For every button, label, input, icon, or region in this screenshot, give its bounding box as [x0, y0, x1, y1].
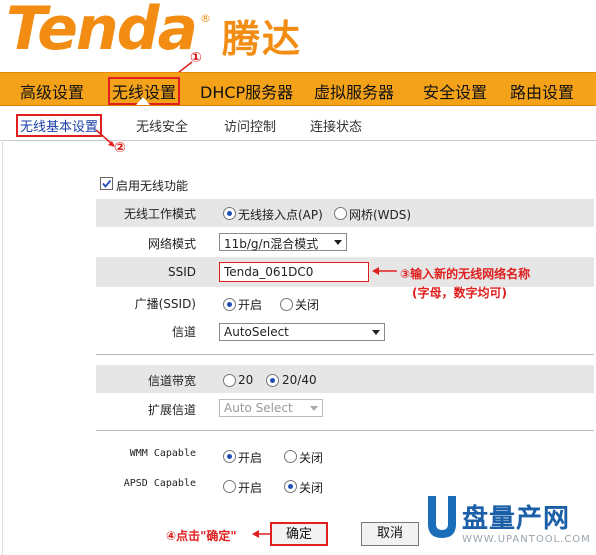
nav-virtual-server[interactable]: 虚拟服务器	[314, 79, 394, 103]
watermark-brand: 盘量产网	[462, 504, 571, 534]
row-apsd: APSD Capable 开启 关闭	[96, 472, 594, 500]
bandwidth-label: 信道带宽	[147, 374, 196, 388]
annotation-4: ④点击"确定"	[166, 529, 237, 543]
wmm-off-radio[interactable]	[284, 450, 297, 463]
tab-access-control[interactable]: 访问控制	[224, 116, 276, 135]
channel-value: AutoSelect	[224, 325, 289, 339]
ssid-value: Tenda_061DC0	[224, 265, 314, 279]
row-channel: 信道 AutoSelect	[96, 317, 594, 345]
ssid-input[interactable]: Tenda_061DC0	[219, 262, 369, 282]
channel-select[interactable]: AutoSelect	[219, 323, 385, 341]
watermark-url: WWW.UPANTOOL.COM	[462, 534, 591, 545]
wmm-off-label: 关闭	[299, 451, 324, 465]
broadcast-label: 广播(SSID)	[134, 297, 196, 311]
nav-active-pointer-icon	[136, 97, 150, 105]
enable-wireless-checkbox[interactable]	[100, 177, 113, 190]
row-wireless-mode: 无线工作模式 无线接入点(AP) 网桥(WDS)	[96, 199, 594, 227]
annotation-3: ③输入新的无线网络名称	[400, 267, 531, 281]
broadcast-on-radio[interactable]	[223, 298, 236, 311]
nav-routing[interactable]: 路由设置	[510, 79, 574, 103]
wireless-mode-label: 无线工作模式	[123, 207, 196, 221]
row-network-mode: 网络模式 11b/g/n混合模式	[96, 229, 594, 257]
broadcast-on-label: 开启	[238, 298, 263, 312]
logo: Tenda	[6, 0, 198, 64]
mode-ap-radio[interactable]	[223, 207, 236, 220]
apsd-label: APSD Capable	[123, 478, 196, 489]
apsd-off-label: 关闭	[299, 481, 324, 495]
logo-reg-mark: ®	[200, 12, 211, 25]
row-ext-channel: 扩展信道 Auto Select	[96, 395, 594, 423]
ssid-label: SSID	[167, 265, 196, 279]
cancel-button[interactable]: 取消	[361, 522, 419, 546]
nav-dhcp[interactable]: DHCP服务器	[200, 79, 293, 103]
bandwidth-20-label: 20	[238, 373, 254, 387]
ext-channel-value: Auto Select	[224, 401, 293, 415]
row-broadcast: 广播(SSID) 开启 关闭	[96, 289, 594, 317]
wmm-label: WMM Capable	[129, 448, 196, 459]
ok-button[interactable]: 确定	[270, 522, 328, 546]
annotation-arrow-3	[372, 267, 397, 275]
apsd-on-radio[interactable]	[223, 480, 236, 493]
nav-advanced[interactable]: 高级设置	[20, 79, 84, 103]
section-divider	[96, 354, 594, 355]
network-mode-label: 网络模式	[147, 237, 196, 251]
header: Tenda ® 腾达 ①	[0, 0, 596, 70]
tab-wireless-basic[interactable]: 无线基本设置	[16, 114, 103, 137]
check-icon	[102, 179, 112, 188]
enable-wireless-label: 启用无线功能	[116, 179, 189, 193]
chevron-down-icon	[372, 330, 380, 335]
logo-chinese: 腾达	[222, 17, 303, 61]
sub-nav: 无线基本设置 无线安全 访问控制 连接状态	[0, 106, 596, 141]
apsd-on-label: 开启	[238, 481, 263, 495]
mode-wds-radio[interactable]	[334, 207, 347, 220]
tab-wireless-security[interactable]: 无线安全	[136, 116, 188, 135]
row-bandwidth: 信道带宽 20 20/40	[96, 365, 594, 393]
wmm-on-label: 开启	[238, 451, 263, 465]
nav-security[interactable]: 安全设置	[423, 79, 487, 103]
annotation-2: ②	[114, 140, 126, 156]
bandwidth-2040-radio[interactable]	[266, 374, 279, 387]
broadcast-off-label: 关闭	[295, 298, 320, 312]
bandwidth-2040-label: 20/40	[282, 373, 317, 387]
network-mode-value: 11b/g/n混合模式	[224, 237, 319, 251]
section-divider	[96, 430, 594, 431]
chevron-down-icon	[334, 240, 342, 245]
watermark-u-icon	[428, 496, 456, 538]
ext-channel-label: 扩展信道	[147, 403, 196, 417]
broadcast-off-radio[interactable]	[280, 298, 293, 311]
mode-wds-label: 网桥(WDS)	[349, 208, 412, 222]
bandwidth-20-radio[interactable]	[223, 374, 236, 387]
ext-channel-select[interactable]: Auto Select	[219, 399, 323, 417]
mode-ap-label: 无线接入点(AP)	[238, 208, 323, 222]
apsd-off-radio[interactable]	[284, 480, 297, 493]
wmm-on-radio[interactable]	[223, 450, 236, 463]
channel-label: 信道	[171, 325, 196, 339]
chevron-down-icon	[310, 406, 318, 411]
tab-connection-status[interactable]: 连接状态	[310, 116, 362, 135]
row-wmm: WMM Capable 开启 关闭	[96, 442, 594, 470]
main-nav: 高级设置 无线设置 DHCP服务器 虚拟服务器 安全设置 路由设置	[0, 72, 596, 106]
network-mode-select[interactable]: 11b/g/n混合模式	[219, 233, 347, 251]
content-left-border	[2, 140, 3, 555]
